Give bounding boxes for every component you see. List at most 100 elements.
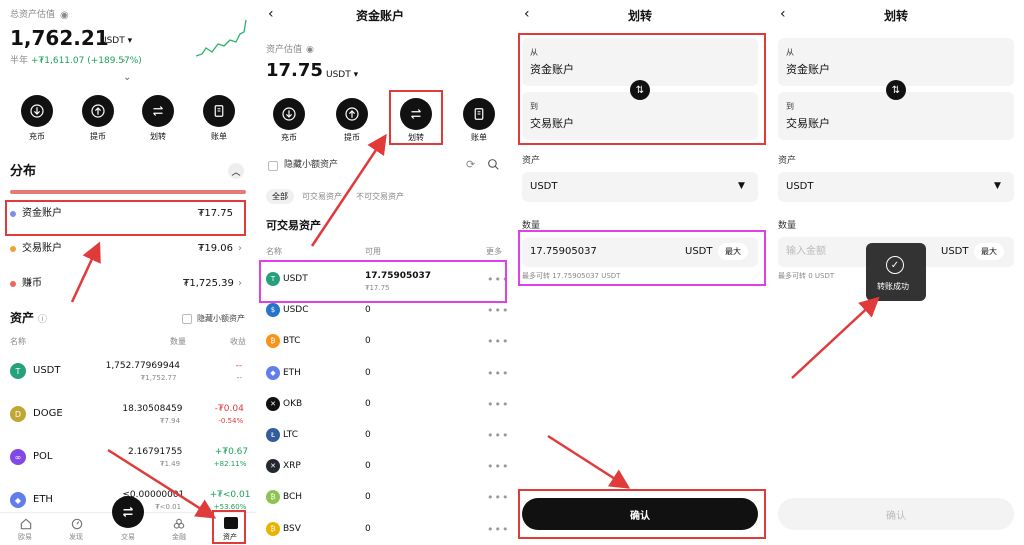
bill-label: 账单 xyxy=(471,133,487,142)
swap-icon[interactable]: ⇅ xyxy=(630,80,650,100)
trade-fab-icon[interactable] xyxy=(112,496,144,528)
asset-value: ₮7.94 xyxy=(160,417,181,425)
nav-trade[interactable]: 交易 xyxy=(121,534,135,541)
back-icon[interactable]: ‹ xyxy=(780,6,786,22)
search-icon[interactable] xyxy=(487,158,500,171)
col-profit: 收益 xyxy=(230,337,246,346)
coin-name[interactable]: BSV xyxy=(283,524,301,534)
eye-icon[interactable]: ◉ xyxy=(60,10,69,21)
asset-name[interactable]: ETH xyxy=(33,495,53,505)
coin-name[interactable]: LTC xyxy=(283,431,298,440)
asset-value: ₮<0.01 xyxy=(155,503,182,511)
bill-icon xyxy=(474,108,484,120)
asset-value: ₮1.49 xyxy=(160,460,181,468)
asset-name[interactable]: DOGE xyxy=(33,409,63,419)
more-icon[interactable]: ••• xyxy=(487,523,509,536)
refresh-icon[interactable]: ⟳ xyxy=(466,158,475,171)
max-button[interactable]: 最大 xyxy=(974,243,1004,260)
col-more: 更多 xyxy=(486,247,502,256)
coin-name[interactable]: XRP xyxy=(283,462,301,471)
dist-earn-name[interactable]: 赚币 xyxy=(22,279,42,289)
discover-icon[interactable] xyxy=(70,517,84,531)
deposit-icon xyxy=(282,107,296,121)
confirm-button-disabled[interactable]: 确认 xyxy=(778,498,1014,530)
nav-assets[interactable]: 资产 xyxy=(223,534,237,541)
to-label: 到 xyxy=(786,102,794,111)
nav-discover[interactable]: 发现 xyxy=(69,534,83,541)
asset-profit: -₮0.04 xyxy=(214,404,244,414)
transfer-button[interactable] xyxy=(142,95,174,127)
dist-trading-name[interactable]: 交易账户 xyxy=(22,244,62,254)
deposit-button[interactable] xyxy=(273,98,305,130)
from-label: 从 xyxy=(530,48,538,57)
dist-trading-value: ₮19.06 xyxy=(198,243,233,254)
coin-available: 0 xyxy=(365,461,371,472)
wallet-icon[interactable] xyxy=(224,517,238,529)
coin-name[interactable]: USDT xyxy=(283,275,308,284)
dist-dot-funding xyxy=(10,211,16,217)
home-icon[interactable] xyxy=(19,517,33,531)
max-transfer-note: 最多可转 17.75905037 USDT xyxy=(522,272,621,280)
dist-earn-value: ₮1,725.39 xyxy=(183,278,234,289)
asset-label: 资产 xyxy=(522,156,541,166)
more-icon[interactable]: ••• xyxy=(487,304,509,317)
from-label: 从 xyxy=(786,48,794,57)
info-icon[interactable]: ⓘ xyxy=(38,312,47,325)
hide-small-checkbox[interactable] xyxy=(268,161,278,171)
deposit-button[interactable] xyxy=(21,95,53,127)
estimate-label: 资产估值 xyxy=(266,45,303,55)
coin-icon: T xyxy=(10,363,26,379)
transfer-button[interactable] xyxy=(400,98,432,130)
more-icon[interactable]: ••• xyxy=(487,429,509,442)
chevron-down-icon[interactable]: ⌄ xyxy=(123,72,131,83)
filter-all[interactable]: 全部 xyxy=(266,189,294,204)
withdraw-button[interactable] xyxy=(336,98,368,130)
coin-name[interactable]: BTC xyxy=(283,337,300,346)
period-label: 半年 xyxy=(10,56,29,66)
asset-name[interactable]: POL xyxy=(33,452,52,462)
bill-button[interactable] xyxy=(463,98,495,130)
assets-overview-screen: 总资产估值 ◉ 1,762.21 USDT ▾ 半年 +₮1,611.07 (+… xyxy=(0,0,256,545)
coin-name[interactable]: ETH xyxy=(283,368,301,378)
more-icon[interactable]: ••• xyxy=(487,460,509,473)
from-account-box[interactable] xyxy=(778,38,1014,86)
coin-name[interactable]: USDC xyxy=(283,306,309,315)
collapse-icon[interactable]: ︿ xyxy=(228,163,244,179)
bill-button[interactable] xyxy=(203,95,235,127)
more-icon[interactable]: ••• xyxy=(487,367,509,380)
coin-icon: ₿ xyxy=(266,490,280,505)
col-qty: 数量 xyxy=(170,337,186,346)
swap-icon[interactable]: ⇅ xyxy=(886,80,906,100)
bill-icon xyxy=(214,105,224,117)
check-icon: ✓ xyxy=(886,256,904,274)
coin-available: 0 xyxy=(365,523,371,534)
coin-name[interactable]: BCH xyxy=(283,493,302,502)
confirm-button[interactable]: 确认 xyxy=(522,498,758,530)
coin-name[interactable]: OKB xyxy=(283,399,302,409)
nav-finance[interactable]: 金融 xyxy=(172,534,186,541)
nav-home[interactable]: 欧易 xyxy=(18,534,32,541)
more-icon[interactable]: ••• xyxy=(487,398,509,411)
asset-name[interactable]: USDT xyxy=(33,366,60,376)
dist-funding-name[interactable]: 资金账户 xyxy=(22,209,62,219)
currency-select[interactable]: USDT ▾ xyxy=(326,71,358,80)
from-account-box[interactable] xyxy=(522,38,758,86)
back-icon[interactable]: ‹ xyxy=(268,6,274,22)
chevron-right-icon[interactable]: › xyxy=(122,56,126,66)
more-icon[interactable]: ••• xyxy=(487,335,509,348)
coin-icon: ∞ xyxy=(10,449,26,465)
back-icon[interactable]: ‹ xyxy=(524,6,530,22)
more-icon[interactable]: ••• xyxy=(487,491,509,504)
transfer-label: 划转 xyxy=(150,132,166,141)
max-button[interactable]: 最大 xyxy=(718,243,748,260)
filter-tradable[interactable]: 可交易资产 xyxy=(296,189,348,204)
eye-icon[interactable]: ◉ xyxy=(306,45,314,55)
currency-select[interactable]: USDT ▾ xyxy=(100,37,132,46)
asset-value: ₮1,752.77 xyxy=(140,374,177,382)
filter-non-tradable[interactable]: 不可交易资产 xyxy=(350,189,410,204)
hide-small-checkbox[interactable] xyxy=(182,314,192,324)
withdraw-button[interactable] xyxy=(82,95,114,127)
coin-icon: $ xyxy=(266,303,280,318)
more-icon[interactable]: ••• xyxy=(487,273,509,286)
finance-icon[interactable] xyxy=(172,517,186,531)
